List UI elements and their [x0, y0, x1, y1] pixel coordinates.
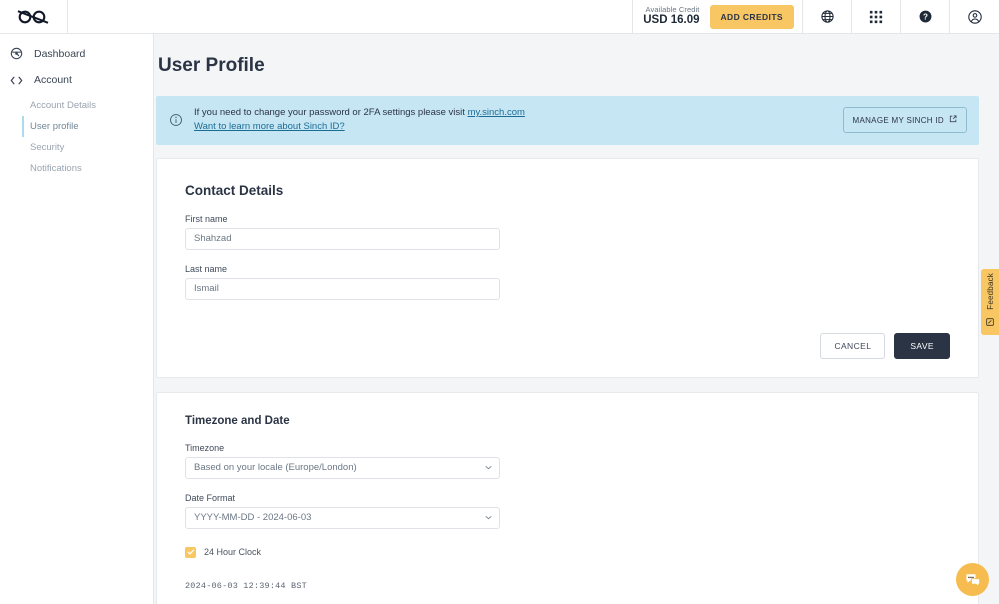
24-hour-clock-checkbox[interactable] [185, 546, 196, 558]
banner-line-1: If you need to change your password or 2… [194, 106, 843, 120]
last-name-input[interactable] [185, 277, 500, 300]
top-bar: Available Credit USD 16.09 ADD CREDITS ? [0, 0, 999, 34]
date-format-label: Date Format [185, 492, 236, 503]
feedback-pencil-icon [986, 313, 994, 331]
sidebar-item-security[interactable]: Security [22, 137, 153, 158]
svg-text:?: ? [923, 13, 928, 22]
banner-line-1-prefix: If you need to change your password or 2… [194, 107, 468, 118]
last-name-label: Last name [185, 263, 228, 274]
external-link-icon [949, 115, 957, 125]
date-format-select[interactable]: YYYY-MM-DD - 2024-06-03 [185, 506, 500, 529]
main-content: User Profile If you need to change your … [154, 34, 999, 604]
help-button[interactable]: ? [901, 0, 950, 33]
timezone-select-wrap: Based on your locale (Europe/London) [185, 456, 500, 479]
sidebar-item-user-profile[interactable]: User profile [22, 116, 153, 137]
help-circle-icon: ? [919, 10, 931, 23]
my-sinch-com-link[interactable]: my.sinch.com [468, 107, 525, 118]
available-credit-amount: USD 16.09 [643, 14, 700, 27]
contact-details-actions: CANCEL SAVE [185, 332, 950, 359]
timezone-selected-value: Based on your locale (Europe/London) [194, 462, 357, 473]
timezone-date-card: Timezone and Date Timezone Based on your… [156, 391, 979, 604]
sidebar-subnav: Account Details User profile Security No… [0, 95, 153, 179]
banner-text: If you need to change your password or 2… [186, 106, 843, 135]
first-name-input[interactable] [185, 227, 500, 250]
sidebar-item-dashboard[interactable]: Dashboard [0, 40, 153, 67]
info-circle-icon [166, 113, 186, 127]
manage-my-sinch-id-label: MANAGE MY SINCH ID [852, 115, 944, 125]
sidebar-item-account-label: Account [34, 74, 72, 86]
code-brackets-icon [8, 75, 24, 86]
timezone-field-group: Timezone Based on your locale (Europe/Lo… [185, 443, 500, 479]
timezone-select[interactable]: Based on your locale (Europe/London) [185, 456, 500, 479]
apps-grid-button[interactable] [852, 0, 901, 33]
learn-more-sinch-id-link[interactable]: Want to learn more about Sinch ID? [194, 121, 345, 132]
contact-cancel-button[interactable]: CANCEL [820, 332, 886, 359]
globe-icon [820, 10, 834, 23]
feedback-tab[interactable]: Feedback [981, 269, 999, 335]
24-hour-clock-label: 24 Hour Clock [204, 547, 262, 557]
timezone-date-title: Timezone and Date [185, 414, 290, 427]
available-credit-section: Available Credit USD 16.09 ADD CREDITS [633, 0, 803, 33]
24-hour-clock-row: 24 Hour Clock [185, 546, 950, 558]
contact-details-card: Contact Details First name Last name CAN… [156, 157, 979, 378]
checkmark-icon [187, 549, 194, 555]
sinch-logo[interactable] [0, 0, 68, 33]
sidebar-item-notifications[interactable]: Notifications [22, 158, 153, 179]
sidebar-item-account[interactable]: Account [0, 67, 153, 93]
date-format-select-wrap: YYYY-MM-DD - 2024-06-03 [185, 506, 500, 529]
top-bar-spacer [68, 0, 634, 33]
account-button[interactable] [950, 0, 999, 33]
account-circle-icon [967, 9, 982, 24]
sinch-logo-icon [17, 9, 49, 24]
globe-button[interactable] [803, 0, 852, 33]
add-credits-button[interactable]: ADD CREDITS [709, 4, 794, 29]
available-credit-label: Available Credit [645, 4, 700, 14]
chat-bubble-icon [965, 573, 980, 587]
sidebar-item-dashboard-label: Dashboard [34, 47, 86, 60]
banner-line-2: Want to learn more about Sinch ID? [194, 120, 843, 134]
date-format-selected-value: YYYY-MM-DD - 2024-06-03 [194, 512, 312, 523]
last-name-field-group: Last name [185, 264, 500, 300]
sidebar-item-account-details[interactable]: Account Details [22, 95, 153, 116]
timezone-label: Timezone [185, 442, 225, 453]
date-preview: 2024-06-03 12:39:44 BST [185, 580, 307, 591]
dashboard-gauge-icon [8, 47, 24, 60]
date-format-field-group: Date Format YYYY-MM-DD - 2024-06-03 [185, 493, 500, 529]
chat-support-button[interactable] [956, 563, 989, 596]
first-name-label: First name [185, 213, 228, 224]
contact-details-title: Contact Details [185, 182, 284, 198]
manage-my-sinch-id-button[interactable]: MANAGE MY SINCH ID [842, 107, 967, 134]
contact-save-button[interactable]: SAVE [894, 332, 950, 359]
first-name-field-group: First name [185, 214, 500, 250]
sidebar: Dashboard Account Account Details User p… [0, 34, 154, 604]
apps-grid-icon [869, 10, 883, 23]
feedback-tab-label: Feedback [985, 272, 995, 310]
sinch-id-info-banner: If you need to change your password or 2… [156, 96, 979, 145]
page-title: User Profile [158, 55, 265, 76]
